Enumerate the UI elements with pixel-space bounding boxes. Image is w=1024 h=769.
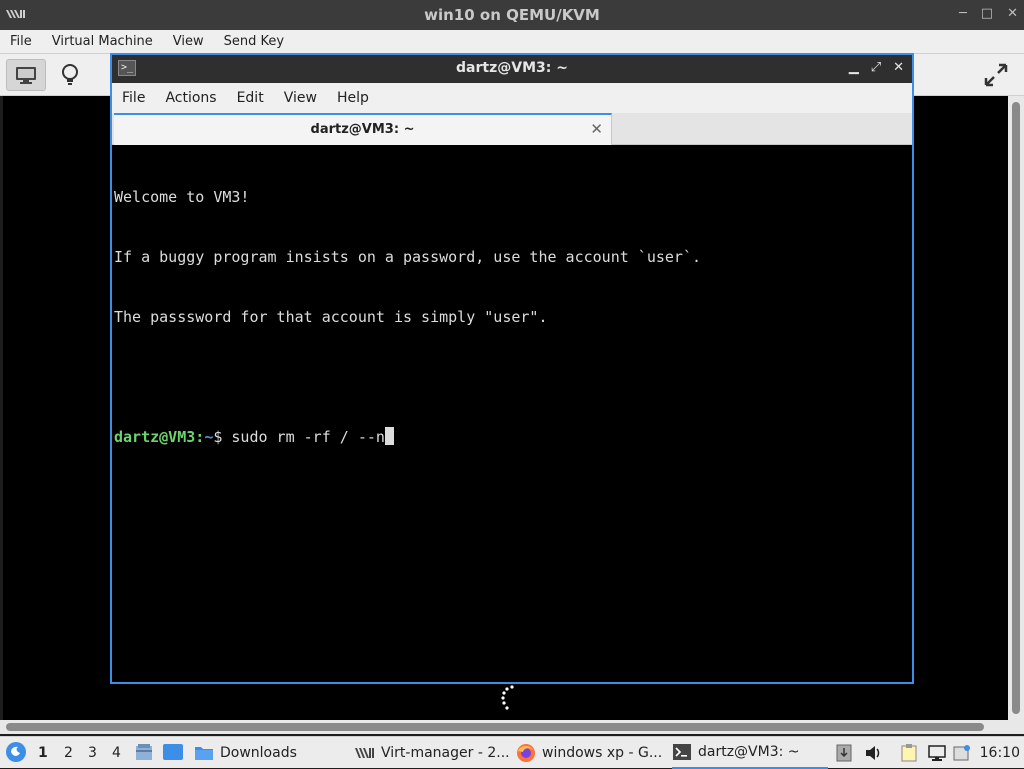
prompt-path: ~ [204, 428, 214, 446]
details-view-button[interactable] [50, 59, 90, 91]
notification-icon[interactable] [953, 744, 971, 762]
show-desktop-icon[interactable] [162, 743, 184, 761]
task-virt-manager[interactable]: Virt-manager - 2... [355, 737, 510, 769]
lightbulb-icon [62, 64, 78, 85]
menu-send-key[interactable]: Send Key [224, 34, 284, 49]
workspace-4[interactable]: 4 [112, 745, 121, 761]
monitor-icon [16, 67, 36, 84]
volume-icon[interactable] [864, 744, 882, 762]
prompt-dollar: $ [213, 428, 232, 446]
clock[interactable]: 16:10 [980, 745, 1020, 761]
task-terminal[interactable]: dartz@VM3: ~ [672, 737, 828, 769]
prompt-user: dartz@VM3 [114, 428, 196, 446]
clipboard-icon[interactable] [900, 744, 918, 762]
terminal-prompt-line: dartz@VM3:~$ sudo rm -rf / --n [114, 427, 910, 447]
close-button[interactable]: ✕ [1007, 6, 1018, 21]
task-downloads[interactable]: Downloads [194, 737, 297, 769]
terminal-menu-help[interactable]: Help [337, 90, 369, 106]
console-view-button[interactable] [6, 59, 46, 91]
host-window-buttons: ─ □ ✕ [959, 6, 1018, 21]
command-input[interactable]: sudo rm -rf / --n [231, 428, 385, 446]
maximize-button[interactable]: □ [981, 6, 993, 21]
scrollbar-thumb[interactable] [6, 723, 984, 731]
terminal-titlebar: >_ dartz@VM3: ~ ▁ ⤢ ✕ [112, 55, 912, 83]
workspace-2[interactable]: 2 [64, 745, 73, 761]
start-menu-icon[interactable] [5, 741, 27, 763]
terminal-menu-file[interactable]: File [122, 90, 145, 106]
terminal-minimize-button[interactable]: ▁ [849, 60, 859, 75]
terminal-window-title: dartz@VM3: ~ [456, 60, 568, 76]
updates-icon[interactable] [836, 744, 852, 762]
text-cursor [384, 427, 394, 445]
terminal-line: The passsword for that account is simply… [114, 308, 548, 326]
workspace-1[interactable]: 1 [38, 745, 48, 761]
terminal-menu-edit[interactable]: Edit [237, 90, 264, 106]
task-label: Downloads [220, 745, 297, 761]
tab-label: dartz@VM3: ~ [310, 122, 415, 137]
file-manager-icon[interactable] [134, 742, 154, 762]
loading-spinner-icon [501, 685, 514, 710]
host-menubar: File Virtual Machine View Send Key [0, 30, 1024, 54]
terminal-window-buttons: ▁ ⤢ ✕ [849, 60, 904, 75]
task-firefox[interactable]: windows xp - G... [516, 737, 662, 769]
fullscreen-button[interactable] [976, 59, 1016, 91]
menu-virtual-machine[interactable]: Virtual Machine [52, 34, 153, 49]
prompt-separator: : [195, 428, 205, 446]
terminal-tabbar: dartz@VM3: ~ ✕ [112, 113, 912, 145]
terminal-menu-actions[interactable]: Actions [165, 90, 216, 106]
scrollbar-thumb[interactable] [1012, 102, 1020, 714]
terminal-window: >_ dartz@VM3: ~ ▁ ⤢ ✕ File Actions Edit … [110, 53, 914, 684]
virt-manager-icon [355, 748, 374, 758]
terminal-line: Welcome to VM3! [114, 188, 250, 206]
task-label: dartz@VM3: ~ [698, 744, 800, 760]
fullscreen-icon [984, 63, 1008, 87]
host-window-title: win10 on QEMU/KVM [424, 6, 600, 24]
horizontal-scrollbar[interactable] [0, 720, 1024, 734]
terminal-output[interactable]: Welcome to VM3! If a buggy program insis… [114, 147, 910, 682]
menu-file[interactable]: File [10, 34, 32, 49]
workspace-3[interactable]: 3 [88, 745, 97, 761]
tab-close-icon[interactable]: ✕ [590, 120, 603, 138]
firefox-icon [517, 744, 535, 762]
task-label: windows xp - G... [542, 745, 663, 761]
task-label: Virt-manager - 2... [381, 745, 510, 761]
terminal-menubar: File Actions Edit View Help [112, 83, 912, 113]
terminal-menu-view[interactable]: View [284, 90, 317, 106]
terminal-icon [673, 744, 691, 760]
folder-icon [195, 747, 213, 760]
terminal-line: If a buggy program insists on a password… [114, 248, 701, 266]
taskbar: 1 2 3 4 Downloads Virt-manager - 2... wi… [0, 736, 1024, 769]
terminal-tab[interactable]: dartz@VM3: ~ ✕ [114, 113, 612, 145]
terminal-maximize-button[interactable]: ⤢ [871, 60, 881, 75]
terminal-close-button[interactable]: ✕ [893, 60, 904, 75]
network-icon[interactable] [928, 744, 946, 762]
minimize-button[interactable]: ─ [959, 6, 967, 21]
host-titlebar: win10 on QEMU/KVM ─ □ ✕ [0, 0, 1024, 30]
vertical-scrollbar[interactable] [1008, 96, 1024, 720]
menu-view[interactable]: View [173, 34, 204, 49]
